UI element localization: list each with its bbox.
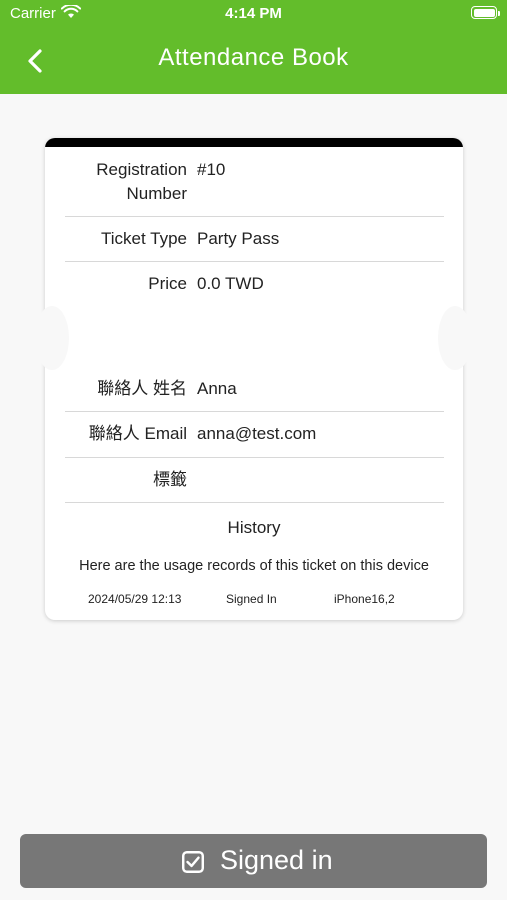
checkbox-checked-icon bbox=[182, 851, 204, 873]
history-device: iPhone16,2 bbox=[334, 592, 395, 606]
battery-icon bbox=[471, 6, 500, 19]
history-description: Here are the usage records of this ticke… bbox=[79, 558, 429, 574]
status-bar: Carrier 4:14 PM bbox=[0, 0, 507, 28]
field-label: 聯絡人 姓名 bbox=[97, 379, 187, 398]
field-value: anna@test.com bbox=[197, 424, 317, 443]
clock: 4:14 PM bbox=[225, 5, 282, 22]
nav-bar: Attendance Book bbox=[0, 28, 507, 94]
history-datetime: 2024/05/29 12:13 bbox=[88, 592, 182, 606]
ticket-notch-right bbox=[438, 306, 472, 370]
signed-in-label: Signed in bbox=[220, 845, 333, 875]
divider bbox=[65, 411, 444, 412]
history-title: History bbox=[227, 518, 281, 537]
divider bbox=[65, 502, 444, 503]
ticket-notch-left bbox=[35, 306, 69, 370]
field-label: Registration Number bbox=[96, 160, 187, 203]
divider bbox=[65, 261, 444, 262]
field-label: 聯絡人 Email bbox=[88, 424, 187, 443]
divider bbox=[65, 216, 444, 217]
divider bbox=[65, 457, 444, 458]
signed-in-button[interactable]: Signed in bbox=[20, 834, 487, 888]
history-action: Signed In bbox=[226, 592, 277, 606]
ticket-top-bar bbox=[45, 138, 463, 147]
field-label: Price bbox=[148, 274, 187, 293]
ticket-card: Registration Number #10 Ticket Type Part… bbox=[45, 138, 463, 620]
field-label: Ticket Type bbox=[101, 229, 187, 248]
field-value: Party Pass bbox=[197, 229, 280, 248]
field-value: 0.0 TWD bbox=[197, 274, 264, 293]
field-value: Anna bbox=[197, 379, 237, 398]
field-label: 標籤 bbox=[153, 470, 187, 489]
field-value: #10 bbox=[197, 160, 226, 179]
page-title: Attendance Book bbox=[158, 44, 349, 71]
